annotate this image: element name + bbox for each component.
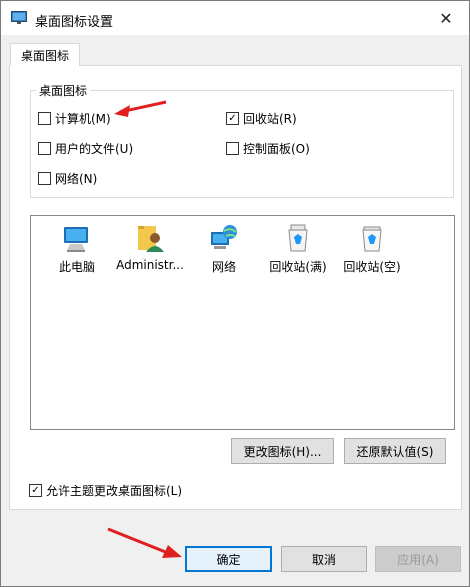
list-item-label: 回收站(满) (269, 260, 327, 274)
list-item-label: 网络 (211, 260, 236, 274)
checkbox-box-checked[interactable]: ✓ (29, 484, 42, 497)
checkbox-allow-themes[interactable]: ✓ 允许主题更改桌面图标(L) (29, 482, 182, 499)
checkbox-box[interactable] (38, 142, 51, 155)
apply-button[interactable]: 应用(A) (375, 546, 461, 572)
groupbox-legend: 桌面图标 (36, 82, 91, 99)
checkbox-box[interactable] (226, 142, 239, 155)
checkbox-box[interactable] (38, 112, 51, 125)
recycle-bin-full-icon (288, 224, 308, 252)
checkbox-label: 允许主题更改桌面图标(L) (46, 484, 183, 498)
tab-panel: 桌面图标 计算机(M) ✓ 回收站(R) 用户的文件(U) 控制面板(O) 网络… (9, 65, 462, 510)
restore-default-button[interactable]: 还原默认值(S) (344, 438, 446, 464)
checkbox-box[interactable] (38, 172, 51, 185)
cancel-button[interactable]: 取消 (281, 546, 367, 572)
list-item-recycle-full[interactable]: 回收站(满) (262, 222, 334, 275)
list-item-recycle-empty[interactable]: 回收站(空) (336, 222, 408, 275)
window-title: 桌面图标设置 (35, 15, 114, 30)
list-item-label: 回收站(空) (343, 260, 401, 274)
change-icon-button[interactable]: 更改图标(H)... (231, 438, 334, 464)
list-item-admin-folder[interactable]: Administr... (114, 222, 186, 272)
ok-button[interactable]: 确定 (185, 546, 272, 572)
monitor-icon (11, 11, 27, 24)
checkbox-label: 用户的文件(U) (55, 142, 134, 156)
checkbox-control-panel[interactable]: 控制面板(O) (226, 140, 310, 157)
list-item-label: Administr... (116, 258, 184, 272)
close-icon: ✕ (439, 8, 453, 28)
recycle-bin-empty-icon (362, 226, 382, 252)
list-item-label: 此电脑 (58, 260, 95, 274)
checkbox-box-checked[interactable]: ✓ (226, 112, 239, 125)
checkbox-computer[interactable]: 计算机(M) (38, 110, 111, 127)
checkbox-network[interactable]: 网络(N) (38, 170, 97, 187)
desktop-icon-list[interactable]: 此电脑 Administr... 网络 回收站(满) 回收站(空) (30, 215, 455, 430)
checkbox-label: 控制面板(O) (243, 142, 310, 156)
network-icon (211, 225, 237, 249)
checkbox-label: 网络(N) (55, 172, 98, 186)
list-item-this-pc[interactable]: 此电脑 (41, 222, 113, 275)
tab-desktop-icons[interactable]: 桌面图标 (10, 43, 80, 66)
desktop-icon-settings-dialog: 桌面图标设置 ✕ 桌面图标 桌面图标 计算机(M) ✓ 回收站(R) 用户的文件… (0, 0, 470, 587)
title-bar: 桌面图标设置 ✕ (1, 1, 469, 35)
close-button[interactable]: ✕ (423, 1, 469, 35)
user-folder-icon (138, 226, 164, 252)
checkbox-label: 计算机(M) (55, 112, 111, 126)
computer-icon (64, 227, 88, 252)
checkbox-user-files[interactable]: 用户的文件(U) (38, 140, 133, 157)
checkbox-label: 回收站(R) (243, 112, 297, 126)
checkbox-recycle-bin[interactable]: ✓ 回收站(R) (226, 110, 297, 127)
list-item-network[interactable]: 网络 (188, 222, 260, 275)
